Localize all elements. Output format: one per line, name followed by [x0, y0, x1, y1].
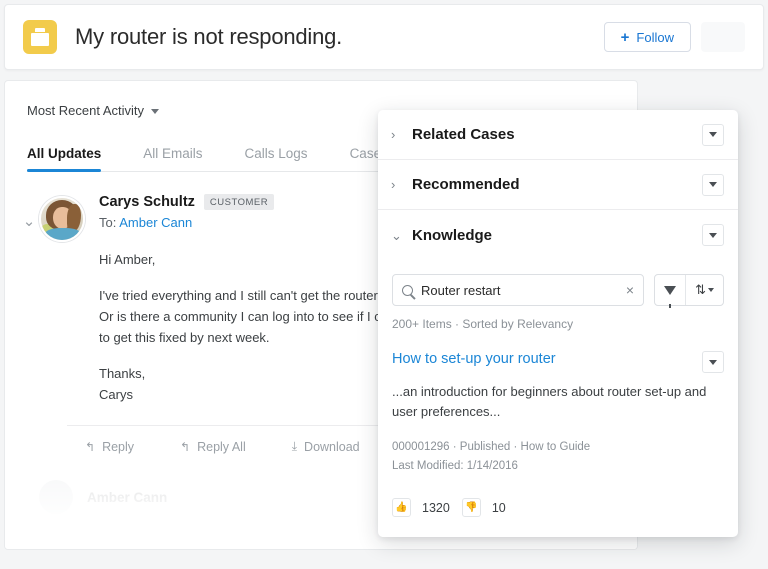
obscured-header-button[interactable] [701, 22, 745, 52]
avatar [39, 196, 85, 242]
article-votes: 👍 1320 👎 10 [392, 498, 724, 517]
chevron-down-icon [709, 359, 717, 365]
section-knowledge-label: Knowledge [412, 226, 493, 244]
sort-arrows-icon: ⇅ [695, 282, 706, 297]
article-dropdown-button[interactable] [702, 351, 724, 373]
case-briefcase-icon [23, 20, 57, 54]
reply-all-arrow-icon: ↰ [180, 439, 191, 454]
knowledge-search-row: Router restart × ⇅ [392, 274, 724, 308]
clear-search-icon[interactable]: × [626, 283, 634, 297]
chevron-down-icon[interactable]: ⌄ [19, 194, 39, 405]
message-author: Carys Schultz [99, 194, 195, 210]
download-button[interactable]: ⤓ Download [292, 439, 360, 454]
downvote-count: 10 [491, 500, 506, 515]
reply-button[interactable]: ↰ Reply [85, 440, 134, 454]
plus-icon: + [620, 28, 630, 46]
header-actions: + Follow [603, 22, 745, 52]
article-meta-line-1: 000001296 · Published · How to Guide [392, 441, 591, 453]
section-recommended-label: Recommended [412, 176, 520, 193]
knowledge-body: Router restart × ⇅ 200+ Items · Sorted b… [378, 260, 738, 331]
thumbs-up-icon[interactable]: 👍 [392, 498, 411, 517]
reply-button-label: Reply [102, 439, 135, 454]
search-input[interactable]: Router restart [421, 283, 626, 298]
reply-all-button-label: Reply All [197, 439, 246, 454]
message-to-label: To: [99, 215, 117, 230]
knowledge-panel: › Related Cases › Recommended ⌄ Knowledg… [378, 110, 738, 537]
reply-arrow-icon: ↰ [85, 439, 96, 454]
reply-all-button[interactable]: ↰ Reply All [180, 440, 246, 454]
upvote-count: 1320 [422, 500, 450, 515]
section-knowledge[interactable]: ⌄ Knowledge [378, 210, 738, 260]
recommended-dropdown-button[interactable] [702, 173, 724, 196]
results-meta: 200+ Items · Sorted by Relevancy [392, 317, 574, 331]
chevron-down-icon [709, 232, 717, 238]
knowledge-article: How to set-up your router ...an introduc… [378, 331, 738, 517]
chevron-right-icon[interactable]: › [391, 128, 395, 141]
funnel-filter-icon [664, 285, 677, 308]
section-recommended[interactable]: › Recommended [378, 160, 738, 210]
activity-filter-label: Most Recent Activity [27, 103, 145, 118]
article-description: ...an introduction for beginners about r… [392, 384, 707, 419]
filter-button[interactable] [655, 275, 685, 308]
tab-all-emails[interactable]: All Emails [143, 146, 226, 171]
message-to-name[interactable]: Amber Cann [119, 215, 192, 230]
article-header: How to set-up your router [392, 351, 724, 373]
avatar [39, 480, 73, 514]
download-icon: ⤓ [291, 439, 298, 453]
section-related-cases[interactable]: › Related Cases [378, 110, 738, 160]
knowledge-dropdown-button[interactable] [702, 224, 724, 246]
article-meta-line-2: Last Modified: 1/14/2016 [392, 460, 518, 472]
follow-button-label: Follow [636, 29, 674, 45]
chevron-down-icon [151, 109, 160, 114]
chevron-right-icon[interactable]: › [391, 178, 395, 191]
download-button-label: Download [304, 439, 360, 454]
tab-all-updates[interactable]: All Updates [27, 146, 125, 172]
chevron-down-icon [709, 182, 717, 187]
next-message-author: Amber Cann [87, 489, 168, 505]
thumbs-down-icon[interactable]: 👎 [461, 498, 481, 517]
knowledge-search-box[interactable]: Router restart × [392, 274, 645, 306]
article-meta: 000001296 · Published · How to Guide Las… [392, 438, 724, 476]
follow-button[interactable]: + Follow [603, 22, 691, 52]
knowledge-tool-group: ⇅ [654, 274, 724, 308]
chevron-down-icon [709, 132, 717, 137]
status-badge: CUSTOMER [203, 194, 275, 210]
sort-button[interactable]: ⇅ [685, 275, 723, 305]
downvote-group: 👎 10 [461, 498, 506, 517]
related-cases-dropdown-button[interactable] [702, 123, 724, 146]
upvote-group: 👍 1320 [392, 498, 450, 517]
article-title-link[interactable]: How to set-up your router [392, 351, 702, 367]
search-icon [402, 284, 413, 296]
tab-calls-logs[interactable]: Calls Logs [245, 146, 332, 171]
chevron-down-icon[interactable]: ⌄ [391, 229, 402, 242]
case-header: My router is not responding. + Follow [4, 4, 764, 70]
section-related-cases-label: Related Cases [412, 126, 515, 143]
app-root: My router is not responding. + Follow Mo… [0, 0, 768, 569]
page-title: My router is not responding. [75, 24, 343, 49]
chevron-down-icon [708, 288, 714, 292]
